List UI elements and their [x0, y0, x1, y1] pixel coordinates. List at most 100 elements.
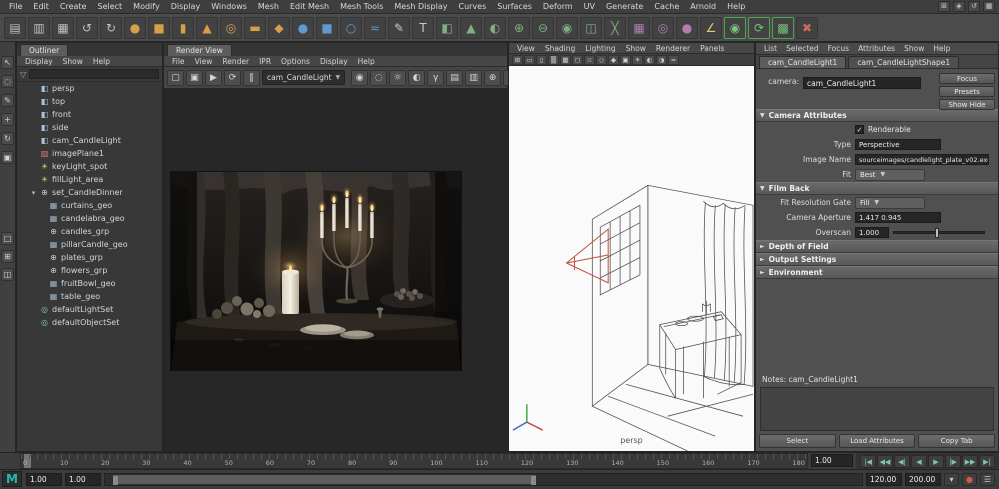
ae-menu-show[interactable]: Show — [900, 44, 928, 53]
play-forwards-button[interactable]: ▶ — [928, 455, 944, 468]
redo-icon[interactable]: ↻ — [100, 17, 122, 39]
playback-range[interactable] — [113, 475, 537, 484]
two-pane-layout[interactable]: ◫ — [1, 268, 14, 281]
menu-mesh-tools[interactable]: Mesh Tools — [335, 2, 388, 11]
menu-uv[interactable]: UV — [579, 2, 600, 11]
open-scene-icon[interactable]: ▥ — [28, 17, 50, 39]
render-region-icon[interactable]: ▢ — [167, 70, 184, 86]
outliner-item-filllight-area[interactable]: ☀fillLight_area — [17, 173, 162, 186]
target-weld-icon[interactable]: ◎ — [652, 17, 674, 39]
outliner-item-curtains-geo[interactable]: ▦curtains_geo — [17, 199, 162, 212]
ae-menu-focus[interactable]: Focus — [824, 44, 853, 53]
gate-mask-icon[interactable]: ▒ — [548, 55, 559, 65]
menu-select[interactable]: Select — [92, 2, 127, 11]
camera-name-input[interactable]: cam_CandleLight1 — [803, 77, 921, 89]
viewport-canvas[interactable]: persp — [509, 66, 754, 451]
open-image-icon[interactable]: ▥ — [465, 70, 482, 86]
field-chart-icon[interactable]: ▦ — [560, 55, 571, 65]
viewport-menu-renderer[interactable]: Renderer — [652, 44, 694, 53]
textured-icon[interactable]: ▣ — [620, 55, 631, 65]
zoom-1-1-icon[interactable]: ⊕ — [484, 70, 501, 86]
render-menu-file[interactable]: File — [168, 57, 189, 66]
exposure-icon[interactable]: ☼ — [389, 70, 406, 86]
ipr-render-icon[interactable]: ⟳ — [224, 70, 241, 86]
mirror-icon[interactable]: ◫ — [580, 17, 602, 39]
ae-menu-list[interactable]: List — [760, 44, 781, 53]
playback-start-field[interactable]: 1.00 — [65, 473, 101, 486]
select-button[interactable]: Select — [759, 434, 836, 448]
outliner-item-imageplane1[interactable]: ▨imagePlane1 — [17, 147, 162, 160]
range-end-handle[interactable] — [531, 476, 536, 485]
animation-preferences-button[interactable]: ☰ — [980, 473, 995, 486]
outliner-menu-show[interactable]: Show — [59, 57, 87, 66]
menu-deform[interactable]: Deform — [538, 2, 578, 11]
auto-key-button[interactable]: ● — [962, 473, 977, 486]
outliner-tab[interactable]: Outliner — [20, 44, 68, 56]
animation-end-field[interactable]: 200.00 — [905, 473, 941, 486]
playback-options-button[interactable]: ▾ — [944, 473, 959, 486]
outliner-item-set-candledinner[interactable]: ▾⊕set_CandleDinner — [17, 186, 162, 199]
outliner-item-pillarcandle-geo[interactable]: ▦pillarCandle_geo — [17, 238, 162, 251]
playback-end-field[interactable]: 120.00 — [866, 473, 902, 486]
rgb-channel-icon[interactable]: ◉ — [351, 70, 368, 86]
current-time-field[interactable]: 1.00 — [811, 454, 853, 467]
shadows-icon[interactable]: ◐ — [644, 55, 655, 65]
section-header-camera-attributes[interactable]: ▼Camera Attributes — [756, 109, 998, 122]
copy-tab-button[interactable]: Copy Tab — [918, 434, 995, 448]
type-field[interactable]: Perspective — [855, 139, 941, 150]
poly-platonic-icon[interactable]: ◆ — [268, 17, 290, 39]
section-header-depth-of-field[interactable]: ►Depth of Field — [756, 240, 998, 253]
menu-curves[interactable]: Curves — [453, 2, 491, 11]
render-icon[interactable]: ▶ — [205, 70, 222, 86]
lasso-tool[interactable]: ◌ — [1, 75, 14, 88]
slider-handle[interactable] — [935, 228, 939, 238]
use-lighting-icon[interactable]: ☀ — [632, 55, 643, 65]
grid-toggle-icon[interactable]: ⊞ — [512, 55, 523, 65]
outliner-item-keylight-spot[interactable]: ☀keyLight_spot — [17, 160, 162, 173]
render-menu-help[interactable]: Help — [354, 57, 379, 66]
snapshot-icon[interactable]: ▣ — [186, 70, 203, 86]
fit-resolution-gate-dropdown[interactable]: Fill▼ — [855, 197, 925, 209]
outliner-item-defaultobjectset[interactable]: ◎defaultObjectSet — [17, 316, 162, 329]
range-bar[interactable] — [104, 473, 863, 486]
ae-tab-cam-candlelightshape1[interactable]: cam_CandleLightShape1 — [848, 56, 959, 68]
outliner-item-side[interactable]: ◧side — [17, 121, 162, 134]
menu-surfaces[interactable]: Surfaces — [492, 2, 537, 11]
menu-arnold[interactable]: Arnold — [685, 2, 721, 11]
render-menu-ipr[interactable]: IPR — [255, 57, 275, 66]
alpha-channel-icon[interactable]: ◌ — [370, 70, 387, 86]
outliner-item-persp[interactable]: ◧persp — [17, 82, 162, 95]
notes-textarea[interactable] — [760, 387, 994, 431]
fit-dropdown[interactable]: Best▼ — [855, 169, 925, 181]
render-menu-options[interactable]: Options — [277, 57, 314, 66]
resolution-gate-icon[interactable]: ▯ — [536, 55, 547, 65]
viewport-menu-show[interactable]: Show — [622, 44, 650, 53]
boolean-icon[interactable]: ◐ — [484, 17, 506, 39]
separate-icon[interactable]: ⊖ — [532, 17, 554, 39]
smooth-icon[interactable]: ◉ — [556, 17, 578, 39]
go-to-end-button[interactable]: ▶| — [979, 455, 995, 468]
step-forward-frame-button[interactable]: ▶▶ — [962, 455, 978, 468]
extrude-icon[interactable]: ▲ — [460, 17, 482, 39]
poly-plane-icon[interactable]: ▬ — [244, 17, 266, 39]
poly-torus-icon[interactable]: ◎ — [220, 17, 242, 39]
close-shelf-icon[interactable]: ✖ — [796, 17, 818, 39]
ae-menu-attributes[interactable]: Attributes — [854, 44, 899, 53]
outliner-item-cam-candlelight[interactable]: ◧cam_CandleLight — [17, 134, 162, 147]
poly-cube-icon[interactable]: ■ — [148, 17, 170, 39]
construction-history-icon[interactable]: ↺ — [968, 1, 980, 12]
render-menu-render[interactable]: Render — [218, 57, 253, 66]
outliner-item-table-geo[interactable]: ▦table_geo — [17, 290, 162, 303]
show-hide-button[interactable]: Show Hide — [939, 99, 995, 110]
safe-action-icon[interactable]: ◻ — [572, 55, 583, 65]
ambient-occlusion-icon[interactable]: ◑ — [656, 55, 667, 65]
outliner-item-flowers-grp[interactable]: ⊕flowers_grp — [17, 264, 162, 277]
render-camera-select[interactable]: cam_CandleLight▼ — [262, 70, 345, 85]
ae-tab-cam-candlelight1[interactable]: cam_CandleLight1 — [759, 56, 846, 68]
overscan-slider[interactable] — [893, 231, 985, 234]
poly-cylinder-icon[interactable]: ▮ — [172, 17, 194, 39]
render-settings-icon[interactable]: ▦ — [983, 1, 995, 12]
menu-modify[interactable]: Modify — [128, 2, 165, 11]
paint-select-tool[interactable]: ✎ — [1, 94, 14, 107]
curve-tool-icon[interactable]: ≈ — [364, 17, 386, 39]
